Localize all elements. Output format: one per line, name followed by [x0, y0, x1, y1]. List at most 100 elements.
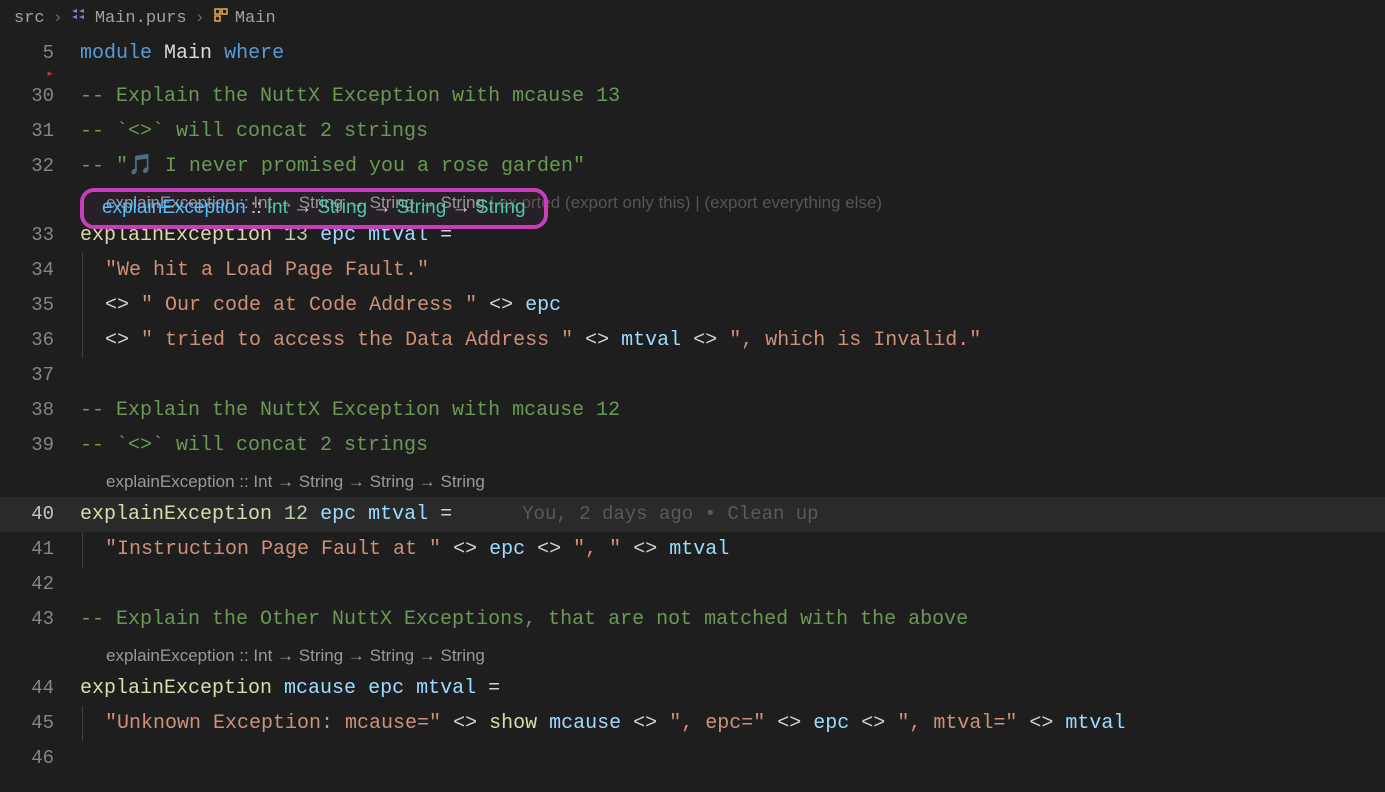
string-literal: "Instruction Page Fault at " [105, 538, 441, 561]
line-number: 31 [0, 114, 80, 149]
highlight-colon: :: [246, 197, 267, 218]
comment: -- Explain the NuttX Exception with mcau… [80, 85, 620, 108]
string-literal: ", mtval=" [897, 712, 1017, 735]
line-number: 41 [0, 532, 80, 567]
code-editor[interactable]: 5 module Main where ▸ 30 -- Explain the … [0, 36, 1385, 776]
breadcrumb-module[interactable]: Main [235, 9, 276, 28]
line-number: 35 [0, 288, 80, 323]
string-literal: ", epc=" [669, 712, 765, 735]
comment: -- `<>` will concat 2 strings [80, 434, 428, 457]
line-number: 42 [0, 567, 80, 602]
param: epc [368, 677, 404, 700]
code-line[interactable]: 45 "Unknown Exception: mcause=" <> show … [0, 706, 1385, 741]
equals: = [428, 503, 452, 526]
line-number: 37 [0, 358, 80, 393]
line-number: 38 [0, 393, 80, 428]
highlight-type: String [317, 197, 367, 218]
code-line[interactable]: 38 -- Explain the NuttX Exception with m… [0, 393, 1385, 428]
breadcrumb-file[interactable]: Main.purs [95, 9, 187, 28]
code-lens[interactable]: explainException :: Int → String → Strin… [106, 637, 1385, 671]
gitlens-annotation: You, 2 days ago • Clean up [522, 503, 818, 525]
param: mtval [1065, 712, 1125, 735]
param: mtval [669, 538, 729, 561]
param: epc [489, 538, 525, 561]
chevron-right-icon: › [53, 9, 63, 28]
param: mcause [549, 712, 621, 735]
concat-op: <> [489, 294, 513, 317]
concat-op: <> [105, 294, 129, 317]
code-line[interactable]: 44 explainException mcause epc mtval = [0, 671, 1385, 706]
code-line[interactable]: 36 <> " tried to access the Data Address… [0, 323, 1385, 358]
highlight-annotation: explainException :: Int → String → Strin… [80, 188, 548, 229]
param: mcause [284, 677, 356, 700]
chevron-right-icon: › [195, 9, 205, 28]
breadcrumb[interactable]: src › Main.purs › Main [0, 0, 1385, 36]
concat-op: <> [537, 538, 561, 561]
concat-op: <> [633, 712, 657, 735]
highlight-type: String [397, 197, 447, 218]
concat-op: <> [693, 329, 717, 352]
code-line[interactable]: 42 [0, 567, 1385, 602]
string-literal: " tried to access the Data Address " [141, 329, 573, 352]
code-line[interactable]: 39 -- `<>` will concat 2 strings [0, 428, 1385, 463]
param: mtval [368, 503, 428, 526]
concat-op: <> [777, 712, 801, 735]
param: epc [320, 503, 356, 526]
comment: -- Explain the NuttX Exception with mcau… [80, 399, 620, 422]
line-number: 34 [0, 253, 80, 288]
code-line[interactable]: 5 module Main where [0, 36, 1385, 71]
number-literal: 12 [284, 503, 308, 526]
code-line[interactable]: 31 -- `<>` will concat 2 strings [0, 114, 1385, 149]
fn-name: explainException [80, 677, 272, 700]
highlight-arrow: → [288, 197, 318, 218]
param: epc [525, 294, 561, 317]
line-number: 45 [0, 706, 80, 741]
line-number: 32 [0, 149, 80, 184]
highlight-type: Int [267, 197, 288, 218]
breadcrumb-src[interactable]: src [14, 9, 45, 28]
fold-marker-icon[interactable]: ▸ [0, 71, 80, 77]
highlight-arrow: → [367, 197, 397, 218]
highlight-type: String [476, 197, 526, 218]
code-line[interactable]: 46 [0, 741, 1385, 776]
code-line[interactable]: 30 -- Explain the NuttX Exception with m… [0, 79, 1385, 114]
line-number: 44 [0, 671, 80, 706]
code-lens-signature: explainException :: Int → String → Strin… [106, 646, 485, 665]
keyword-where: where [224, 42, 284, 65]
comment: -- Explain the Other NuttX Exceptions, t… [80, 608, 968, 631]
concat-op: <> [1029, 712, 1053, 735]
param: mtval [416, 677, 476, 700]
code-line[interactable]: 41 "Instruction Page Fault at " <> epc <… [0, 532, 1385, 567]
concat-op: <> [105, 329, 129, 352]
line-number: 33 [0, 218, 80, 253]
concat-op: <> [453, 712, 477, 735]
comment: -- `<>` will concat 2 strings [80, 120, 428, 143]
comment: -- "🎵 I never promised you a rose garden… [80, 155, 585, 178]
string-literal: " Our code at Code Address " [141, 294, 477, 317]
code-line[interactable]: 35 <> " Our code at Code Address " <> ep… [0, 288, 1385, 323]
param: epc [813, 712, 849, 735]
line-number: 40 [0, 497, 80, 532]
code-lens-signature: explainException :: Int → String → Strin… [106, 472, 485, 491]
equals: = [476, 677, 500, 700]
code-line[interactable]: 32 -- "🎵 I never promised you a rose gar… [0, 149, 1385, 184]
highlight-arrow: → [446, 197, 476, 218]
module-name: Main [164, 42, 212, 65]
purescript-file-icon [71, 8, 89, 28]
line-number: 36 [0, 323, 80, 358]
code-line[interactable]: 34 "We hit a Load Page Fault." [0, 253, 1385, 288]
module-icon [213, 7, 229, 29]
string-literal: "We hit a Load Page Fault." [105, 259, 429, 282]
line-number: 43 [0, 602, 80, 637]
concat-op: <> [633, 538, 657, 561]
param: mtval [621, 329, 681, 352]
code-lens[interactable]: explainException :: Int → String → Strin… [106, 463, 1385, 497]
fn-call: show [489, 712, 537, 735]
highlight-fn-name: explainException [102, 197, 246, 218]
code-line[interactable]: 37 [0, 358, 1385, 393]
code-line-active[interactable]: 40 explainException 12 epc mtval =You, 2… [0, 497, 1385, 532]
line-number: 30 [0, 79, 80, 114]
string-literal: ", which is Invalid." [729, 329, 981, 352]
concat-op: <> [585, 329, 609, 352]
code-line[interactable]: 43 -- Explain the Other NuttX Exceptions… [0, 602, 1385, 637]
